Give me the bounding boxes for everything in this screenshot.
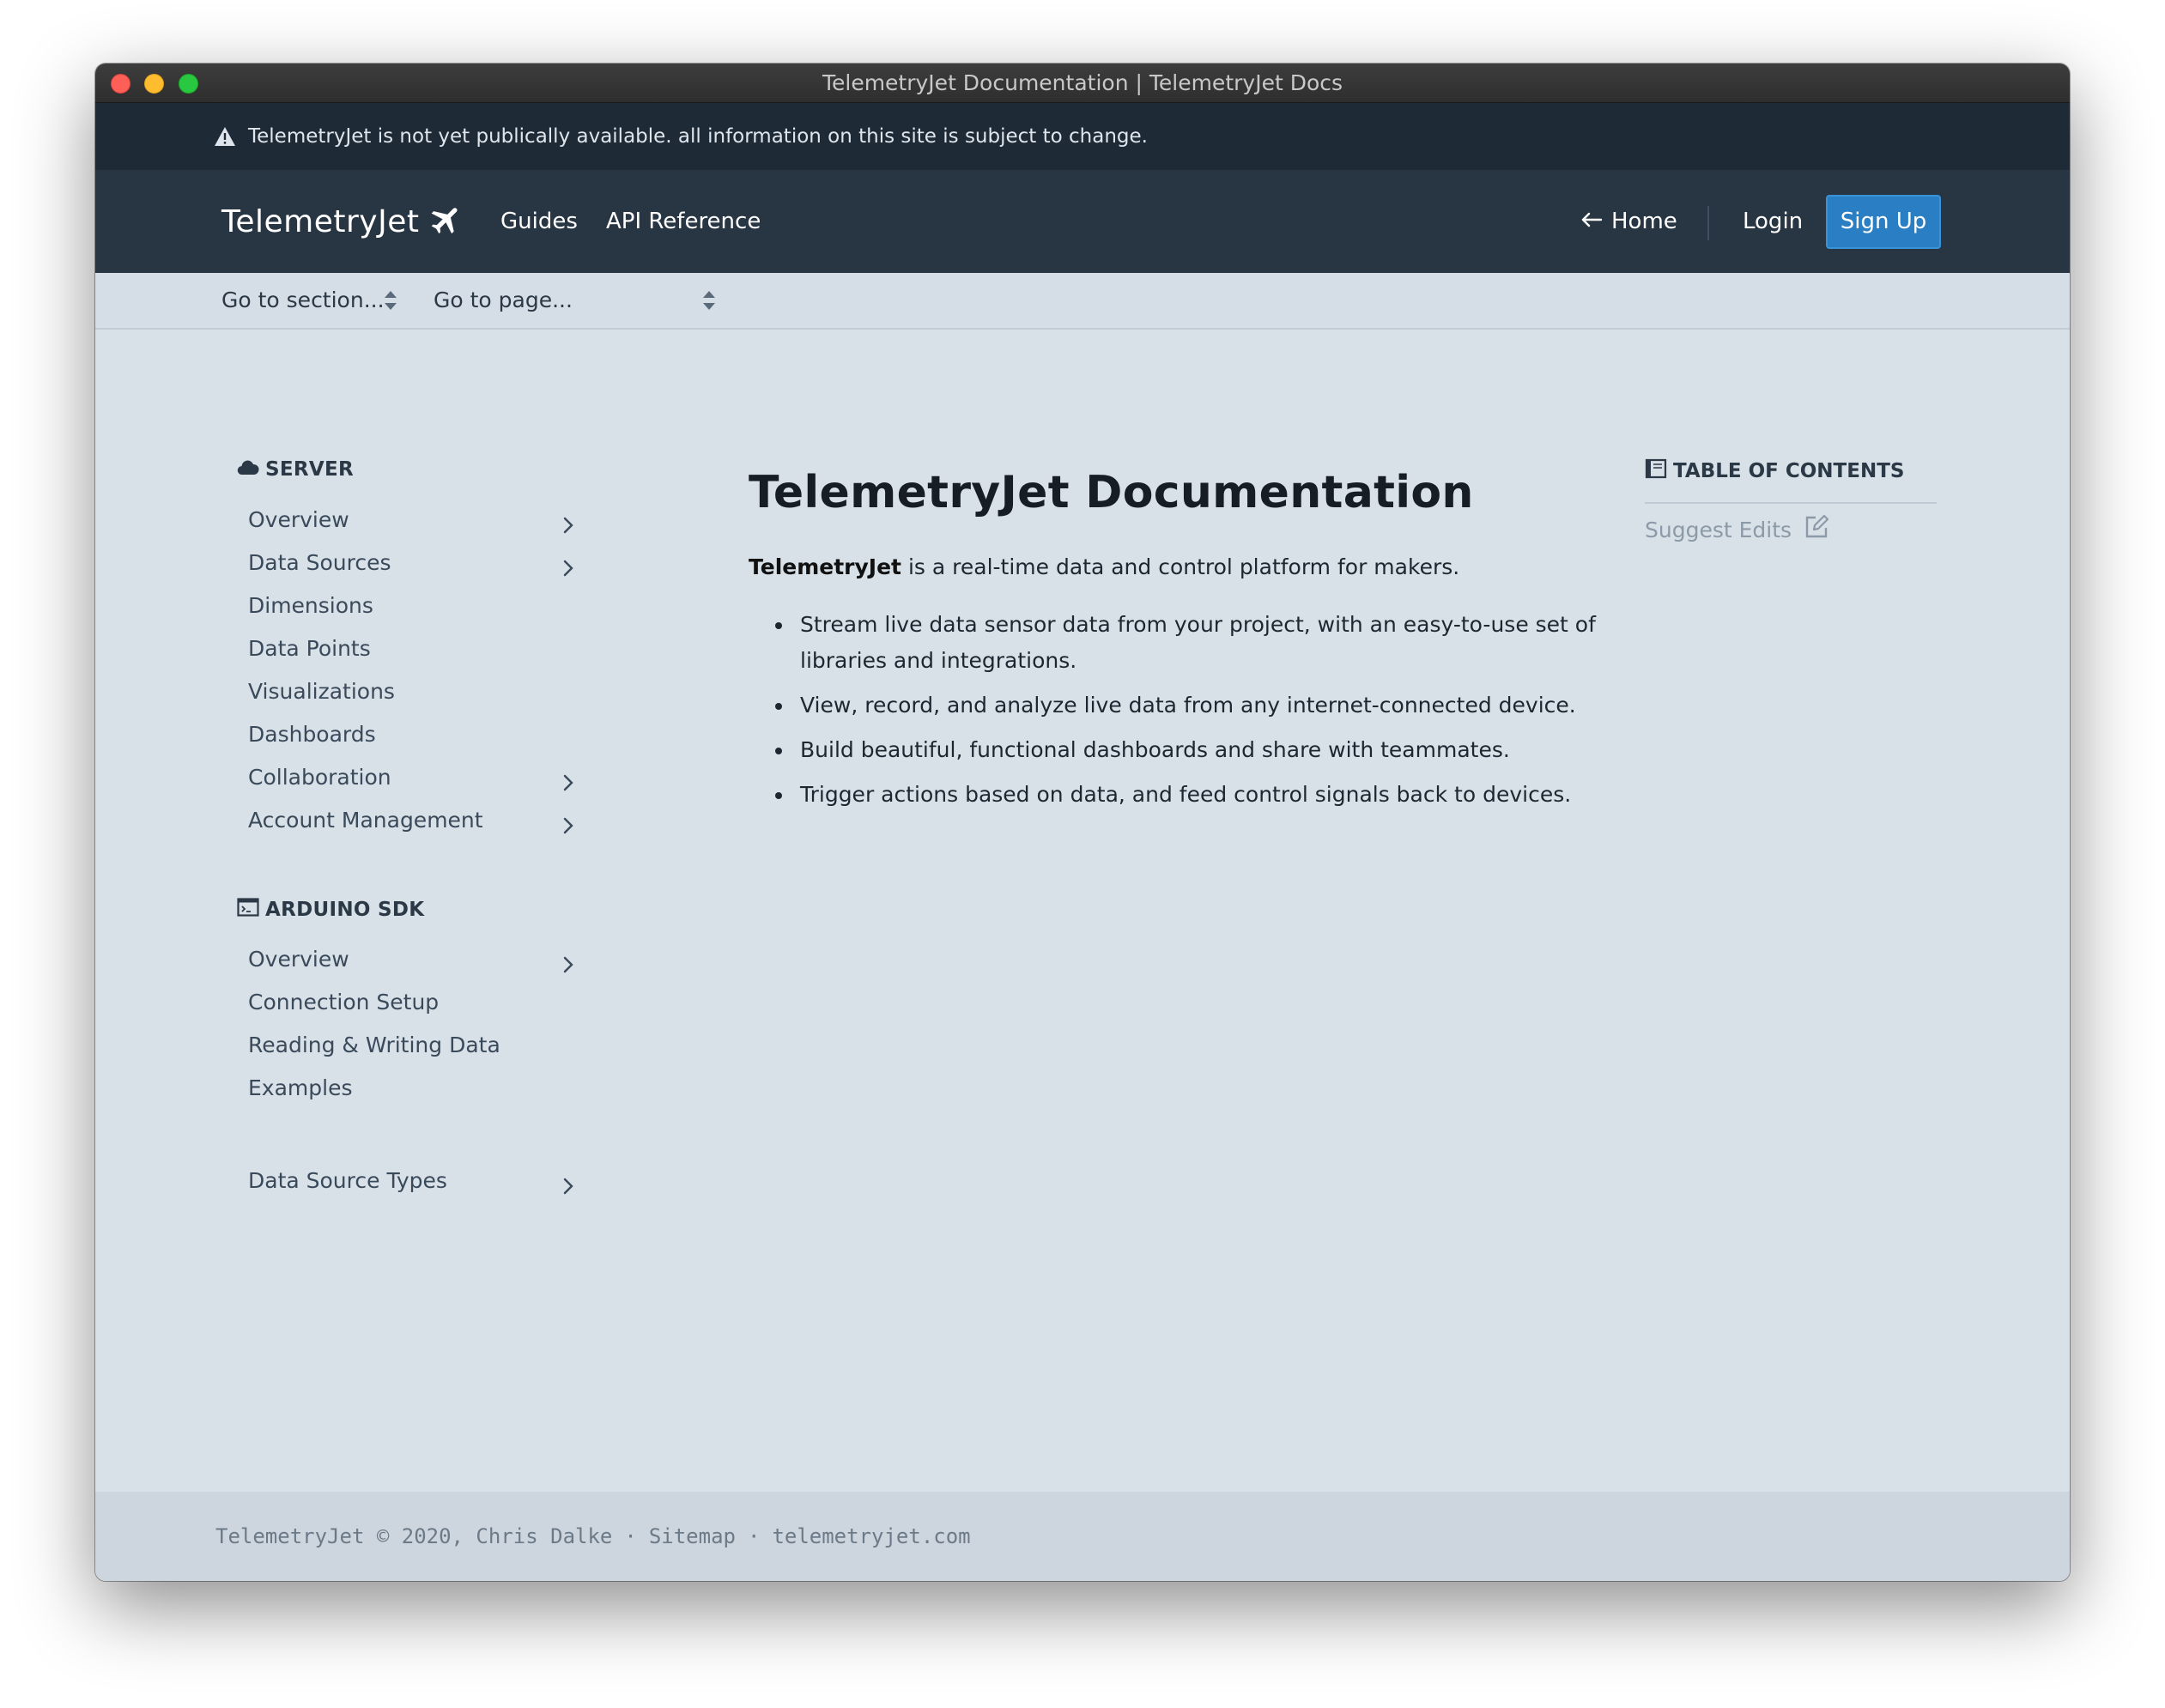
- sidebar-item-reading-writing-data[interactable]: Reading & Writing Data: [248, 1028, 574, 1063]
- sign-up-button[interactable]: Sign Up: [1826, 195, 1941, 249]
- list-item: Trigger actions based on data, and feed …: [749, 777, 1659, 813]
- list-item: Stream live data sensor data from your p…: [749, 607, 1659, 679]
- sidebar-item-connection-setup[interactable]: Connection Setup: [248, 985, 574, 1020]
- chevron-right-icon: [562, 511, 574, 545]
- page-footer: TelemetryJet © 2020, Chris Dalke · Sitemap…: [95, 1492, 2070, 1581]
- footer-separator: ·: [624, 1524, 637, 1548]
- sidebar-item-dimensions[interactable]: Dimensions: [248, 589, 574, 623]
- suggest-edits-link[interactable]: Suggest Edits: [1645, 514, 1829, 545]
- arrow-left-icon: [1580, 170, 1603, 273]
- edit-icon: [1804, 514, 1829, 545]
- title-bar: TelemetryJet Documentation | TelemetryJe…: [95, 64, 2070, 103]
- list-item: View, record, and analyze live data from…: [749, 687, 1659, 724]
- sidebar-heading-server: SERVER: [237, 458, 354, 481]
- sidebar-heading-arduino-sdk: ARDUINO SDK: [237, 898, 424, 922]
- sidebar-item-arduino-overview[interactable]: Overview: [248, 942, 574, 977]
- intro-brand: TelemetryJet: [749, 554, 902, 579]
- brand-name: TelemetryJet: [221, 203, 420, 239]
- sidebar-item-account-management[interactable]: Account Management: [248, 803, 574, 838]
- chevron-right-icon: [562, 811, 574, 845]
- cloud-icon: [237, 458, 259, 481]
- page-title: TelemetryJet Documentation: [749, 467, 1474, 518]
- sidebar-item-examples[interactable]: Examples: [248, 1071, 574, 1105]
- sidebar-item-data-sources[interactable]: Data Sources: [248, 546, 574, 580]
- nav-divider: [1707, 206, 1709, 240]
- top-navbar: TelemetryJet Guides API Reference Home L…: [95, 170, 2070, 273]
- sidebar-item-server-overview[interactable]: Overview: [248, 503, 574, 537]
- select-arrows-icon[interactable]: [383, 289, 398, 317]
- nav-api-reference-link[interactable]: API Reference: [606, 170, 761, 273]
- list-item: Build beautiful, functional dashboards a…: [749, 732, 1659, 768]
- brand-logo[interactable]: TelemetryJet: [221, 170, 464, 273]
- announcement-text: TelemetryJet is not yet publically avail…: [248, 125, 1148, 148]
- chevron-right-icon: [562, 554, 574, 588]
- window-title: TelemetryJet Documentation | TelemetryJe…: [822, 70, 1343, 95]
- section-select[interactable]: Go to section...: [221, 273, 385, 328]
- feature-list: Stream live data sensor data from your p…: [749, 607, 1659, 821]
- book-icon: [1645, 458, 1667, 484]
- chevron-right-icon: [562, 1172, 574, 1206]
- nav-guides-link[interactable]: Guides: [500, 170, 578, 273]
- page-select[interactable]: Go to page...: [434, 273, 573, 328]
- sidebar-item-dashboards[interactable]: Dashboards: [248, 718, 574, 752]
- sidebar-item-collaboration[interactable]: Collaboration: [248, 760, 574, 795]
- sidebar-item-data-source-types[interactable]: Data Source Types: [248, 1164, 574, 1198]
- page-selector-bar: Go to section... Go to page...: [95, 273, 2070, 330]
- browser-window: TelemetryJet Documentation | TelemetryJe…: [95, 64, 2070, 1581]
- footer-separator: ·: [747, 1524, 761, 1548]
- toc-heading: TABLE OF CONTENTS: [1645, 458, 1904, 484]
- select-arrows-icon[interactable]: [701, 289, 717, 317]
- footer-copyright: TelemetryJet © 2020, Chris Dalke: [215, 1524, 613, 1548]
- sidebar-item-data-points[interactable]: Data Points: [248, 632, 574, 666]
- intro-text: is a real-time data and control platform…: [901, 554, 1460, 579]
- login-link[interactable]: Login: [1743, 170, 1803, 273]
- nav-home-link[interactable]: Home: [1580, 170, 1677, 273]
- intro-paragraph: TelemetryJet is a real-time data and con…: [749, 554, 1459, 579]
- warning-icon: [214, 126, 236, 152]
- footer-sitemap-link[interactable]: Sitemap: [649, 1524, 736, 1548]
- airplane-icon: [428, 202, 464, 241]
- nav-home-label: Home: [1611, 209, 1677, 234]
- terminal-icon: [237, 898, 259, 922]
- sidebar-item-visualizations[interactable]: Visualizations: [248, 675, 574, 709]
- chevron-right-icon: [562, 768, 574, 803]
- footer-site-link[interactable]: telemetryjet.com: [772, 1524, 970, 1548]
- chevron-right-icon: [562, 950, 574, 984]
- announcement-bar: TelemetryJet is not yet publically avail…: [95, 103, 2070, 170]
- toc-divider: [1645, 502, 1937, 504]
